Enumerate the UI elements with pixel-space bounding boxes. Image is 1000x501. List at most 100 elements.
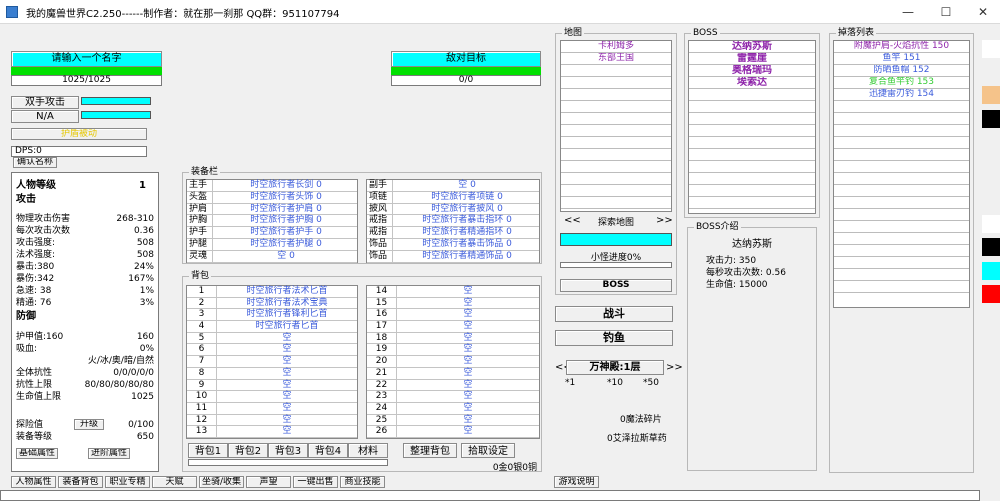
equip-slot[interactable]: 项链 时空旅行者项链 0: [367, 191, 539, 204]
backpack-slot[interactable]: 6空: [187, 344, 357, 357]
boss-button[interactable]: BOSS: [560, 279, 672, 292]
dungeon-next-button[interactable]: >>: [666, 362, 683, 373]
backpack-slot[interactable]: 14 空: [367, 286, 539, 298]
backpack-slot[interactable]: 15 空: [367, 297, 539, 310]
help-button[interactable]: 游戏说明: [554, 476, 599, 488]
backpack-tab-4[interactable]: 背包4: [308, 443, 348, 458]
backpack-slot[interactable]: 1 时空旅行者法术匕首: [187, 286, 357, 298]
equip-slot[interactable]: 副手空 0: [367, 180, 539, 192]
confirm-name-button[interactable]: 确认名称: [13, 157, 57, 168]
swatch-black[interactable]: [982, 110, 1000, 128]
boss-item[interactable]: 达纳苏斯: [689, 41, 815, 53]
swatch-white[interactable]: [982, 40, 1000, 58]
equip-slot[interactable]: 主手 时空旅行者长剑 0: [187, 180, 357, 192]
attack-progress-bar: [81, 97, 151, 105]
close-button[interactable]: ✕: [968, 0, 998, 24]
map-item[interactable]: 卡利姆多: [561, 41, 671, 53]
backpack-slot[interactable]: 22 空: [367, 379, 539, 392]
boss-intro-group: BOSS介绍 达纳苏斯 攻击力: 350 每秒攻击次数: 0.56 生命值: 1…: [687, 221, 817, 471]
drop-item[interactable]: 防晒鱼帽 152: [834, 65, 969, 77]
backpack-slot[interactable]: 26 空: [367, 426, 539, 438]
map-item[interactable]: 东部王国: [561, 53, 671, 65]
tab-equipment-backpack[interactable]: 装备背包: [58, 476, 103, 488]
tab-mounts-collection[interactable]: 坐骑/收集: [199, 476, 244, 488]
backpack-slot[interactable]: 11 空: [187, 402, 357, 415]
tab-character-attributes[interactable]: 人物属性: [11, 476, 56, 488]
equip-slot[interactable]: 戒指 时空旅行者暴击指环 0: [367, 215, 539, 228]
tab-professions[interactable]: 商业技能: [340, 476, 385, 488]
defense-stat: 全体抗性 0/0/0/0/0: [16, 368, 154, 378]
multiplier-10[interactable]: *10: [607, 378, 623, 388]
na-button[interactable]: N/A: [11, 110, 79, 123]
boss-item[interactable]: 雷霆崖: [689, 53, 815, 65]
boss-item[interactable]: 埃索达: [689, 77, 815, 89]
fish-button[interactable]: 钓鱼: [555, 330, 673, 346]
equip-slot[interactable]: 护肩 时空旅行者护肩 0: [187, 203, 357, 216]
backpack-slot[interactable]: 4 时空旅行者匕首: [187, 321, 357, 333]
backpack-slot[interactable]: 5空: [187, 332, 357, 345]
equip-slot[interactable]: 护胸 时空旅行者护胸 0: [187, 215, 357, 228]
equip-slot[interactable]: 灵魂空 0: [187, 250, 357, 263]
drop-item[interactable]: 附魔护肩-火焰抗性 150: [834, 41, 969, 53]
swatch-red[interactable]: [982, 285, 1000, 303]
backpack-slot[interactable]: 7空: [187, 356, 357, 368]
backpack-slot[interactable]: 20 空: [367, 356, 539, 368]
equip-slot[interactable]: 护腿 时空旅行者护腿 0: [187, 238, 357, 251]
advanced-attributes-button[interactable]: 进阶属性: [88, 448, 130, 459]
backpack-slot[interactable]: 3 时空旅行者锋利匕首: [187, 309, 357, 322]
backpack-slot[interactable]: 10 空: [187, 391, 357, 403]
dungeon-floor-button[interactable]: 万神殿:1层: [566, 360, 664, 375]
swatch-black-2[interactable]: [982, 238, 1000, 256]
drop-item[interactable]: 鱼竿 151: [834, 53, 969, 65]
backpack-slot[interactable]: 17 空: [367, 321, 539, 333]
backpack-tab-3[interactable]: 背包3: [268, 443, 308, 458]
tab-specialization[interactable]: 职业专精: [105, 476, 150, 488]
backpack-slot[interactable]: 25 空: [367, 414, 539, 427]
map-next-button[interactable]: >>: [656, 215, 673, 226]
tab-reputation[interactable]: 声望: [246, 476, 291, 488]
backpack-slot[interactable]: 16 空: [367, 309, 539, 322]
equip-slot[interactable]: 戒指 时空旅行者精通指环 0: [367, 227, 539, 239]
sort-backpack-button[interactable]: 整理背包: [403, 443, 457, 458]
minimize-button[interactable]: —: [893, 0, 923, 24]
backpack-tab-materials[interactable]: 材料: [348, 443, 388, 458]
backpack-slot[interactable]: 19 空: [367, 344, 539, 357]
backpack-slot[interactable]: 13 空: [187, 426, 357, 438]
equip-slot[interactable]: 护手 时空旅行者护手 0: [187, 227, 357, 239]
equip-slot[interactable]: 头盔 时空旅行者头饰 0: [187, 191, 357, 204]
enemy-target-button[interactable]: 敌对目标: [391, 51, 541, 67]
dual-attack-button[interactable]: 双手攻击: [11, 96, 79, 109]
backpack-tab-1[interactable]: 背包1: [188, 443, 228, 458]
swatch-peach[interactable]: [982, 86, 1000, 104]
backpack-slot[interactable]: 21 空: [367, 367, 539, 380]
equip-slot[interactable]: 披风 时空旅行者披风 0: [367, 203, 539, 216]
upgrade-button[interactable]: 升级: [74, 419, 104, 430]
maximize-button[interactable]: ☐: [931, 0, 961, 24]
multiplier-1[interactable]: *1: [565, 378, 575, 388]
backpack-slot[interactable]: 12 空: [187, 414, 357, 427]
backpack-slot[interactable]: 9空: [187, 379, 357, 392]
backpack-slot[interactable]: 8空: [187, 367, 357, 380]
swatch-cyan[interactable]: [982, 262, 1000, 280]
tab-talents[interactable]: 天赋: [152, 476, 197, 488]
tab-sell-all[interactable]: 一键出售: [293, 476, 338, 488]
map-prev-button[interactable]: <<: [564, 215, 581, 226]
drop-item[interactable]: 复合鱼竿钓 153: [834, 77, 969, 89]
backpack-slot[interactable]: 23 空: [367, 391, 539, 403]
equip-slot[interactable]: 饰品 时空旅行者精通饰品 0: [367, 250, 539, 263]
attack-stat: 暴伤:342 167%: [16, 274, 154, 284]
swatch-white-2[interactable]: [982, 215, 1000, 233]
drop-item[interactable]: 迅捷雷刃钓 154: [834, 89, 969, 101]
boss-item[interactable]: 奥格瑞玛: [689, 65, 815, 77]
base-attributes-button[interactable]: 基础属性: [16, 448, 58, 459]
explore-map-button[interactable]: 探索地图: [598, 215, 634, 228]
backpack-slot[interactable]: 2 时空旅行者法术宝典: [187, 297, 357, 310]
backpack-tab-2[interactable]: 背包2: [228, 443, 268, 458]
backpack-slot[interactable]: 18 空: [367, 332, 539, 345]
pickup-settings-button[interactable]: 拾取设定: [461, 443, 515, 458]
fight-button[interactable]: 战斗: [555, 306, 673, 322]
player-name-button[interactable]: 请输入一个名字: [11, 51, 162, 67]
backpack-slot[interactable]: 24 空: [367, 402, 539, 415]
multiplier-50[interactable]: *50: [643, 378, 659, 388]
equip-slot[interactable]: 饰品 时空旅行者暴击饰品 0: [367, 238, 539, 251]
